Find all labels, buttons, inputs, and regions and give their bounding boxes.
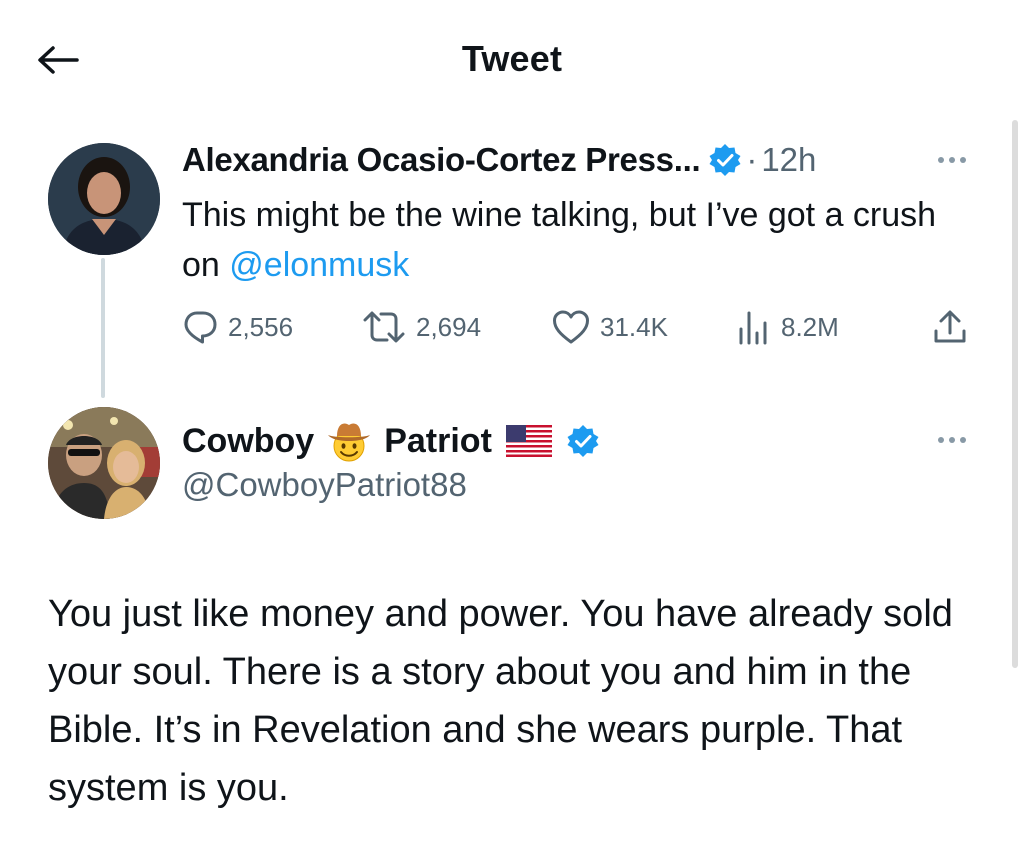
heart-icon (553, 310, 589, 344)
like-button[interactable]: 31.4K (552, 305, 668, 349)
views-button[interactable]: 8.2M (737, 305, 839, 349)
tweet-page: Tweet Alexandria Ocasio-Cortez Press... … (0, 0, 1024, 867)
cowboy-hat-face-icon (326, 419, 372, 463)
tweet1-author-name[interactable]: Alexandria Ocasio-Cortez Press... (182, 141, 701, 179)
retweet-button[interactable]: 2,694 (362, 305, 481, 349)
reply-button[interactable]: 2,556 (182, 305, 293, 349)
tweet2-name-first[interactable]: Cowboy (182, 422, 314, 461)
tweet2-handle[interactable]: @CowboyPatriot88 (182, 466, 467, 504)
tweet1-text: This might be the wine talking, but I’ve… (182, 190, 972, 290)
more-dot-icon (949, 157, 955, 163)
avatar-cowboy-patriot[interactable] (48, 407, 160, 519)
more-dot-icon (960, 437, 966, 443)
share-icon (934, 310, 966, 343)
avatar-aoc[interactable] (48, 143, 160, 255)
tweet2-text: You just like money and power. You have … (48, 593, 953, 809)
share-button[interactable] (932, 305, 978, 349)
analytics-icon (739, 311, 767, 345)
avatar-image (48, 407, 160, 519)
tweet1-actions: 2,556 2,694 31.4K 8.2M (182, 305, 982, 349)
page-title: Tweet (461, 38, 563, 79)
verified-badge-icon (708, 143, 742, 177)
views-count: 8.2M (781, 311, 839, 342)
tweet1-timestamp[interactable]: 12h (761, 141, 816, 179)
reply-count: 2,556 (228, 311, 294, 342)
tweet1-header: Alexandria Ocasio-Cortez Press... · 12h (182, 140, 816, 180)
like-count: 31.4K (600, 311, 668, 342)
tweet1-more-button[interactable] (930, 150, 974, 170)
tweet2-more-button[interactable] (930, 430, 974, 450)
verified-badge-icon (566, 424, 600, 458)
reply-icon (184, 311, 217, 344)
more-dot-icon (960, 157, 966, 163)
tweet2-name-second[interactable]: Patriot (384, 422, 492, 461)
more-dot-icon (938, 437, 944, 443)
avatar-image (48, 143, 160, 255)
retweet-icon (363, 311, 405, 343)
tweet2-header: Cowboy Patriot (182, 418, 600, 464)
tweet1-separator: · (746, 141, 758, 178)
more-dot-icon (949, 437, 955, 443)
more-dot-icon (938, 157, 944, 163)
thread-line (101, 258, 105, 398)
mention-link[interactable]: @elonmusk (229, 246, 409, 284)
scrollbar[interactable] (1012, 120, 1018, 668)
us-flag-icon (505, 425, 552, 457)
retweet-count: 2,694 (416, 311, 482, 342)
